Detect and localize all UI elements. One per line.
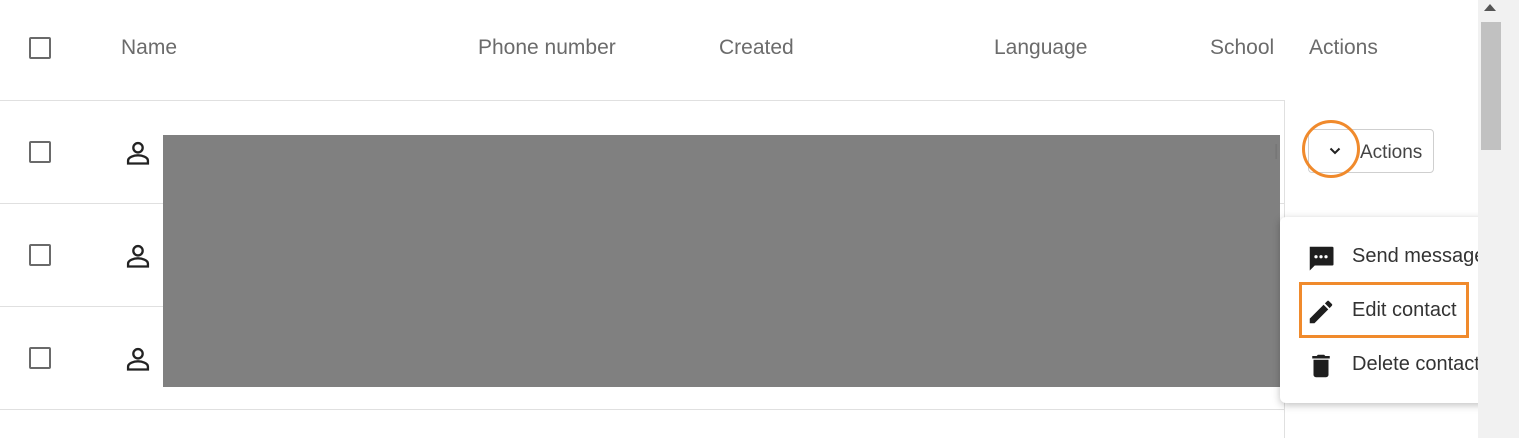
chevron-down-icon[interactable] bbox=[1327, 143, 1343, 159]
menu-item-label: Send message bbox=[1352, 245, 1486, 267]
column-header-language[interactable]: Language bbox=[994, 36, 1087, 60]
message-icon bbox=[1309, 246, 1334, 271]
menu-item-edit-contact[interactable]: Edit contact bbox=[1280, 287, 1502, 335]
actions-menu: Send message Edit contact Delete contact bbox=[1280, 217, 1502, 403]
actions-button-label: Actions bbox=[1360, 142, 1423, 163]
pencil-icon bbox=[1309, 300, 1333, 324]
select-all-checkbox[interactable] bbox=[29, 37, 51, 59]
column-header-school[interactable]: School bbox=[1210, 36, 1274, 60]
column-header-name[interactable]: Name bbox=[121, 36, 177, 60]
column-header-actions: Actions bbox=[1309, 36, 1378, 59]
truncated-cell-text: l bbox=[1274, 142, 1279, 164]
person-icon bbox=[126, 347, 150, 371]
person-icon bbox=[126, 244, 150, 268]
trash-icon bbox=[1312, 354, 1330, 378]
menu-item-label: Edit contact bbox=[1352, 299, 1457, 321]
menu-item-label: Delete contact bbox=[1352, 353, 1480, 375]
menu-item-delete-contact[interactable]: Delete contact bbox=[1280, 341, 1502, 389]
person-icon bbox=[126, 141, 150, 165]
row-checkbox[interactable] bbox=[29, 244, 51, 266]
row-checkbox[interactable] bbox=[29, 347, 51, 369]
column-header-phone[interactable]: Phone number bbox=[478, 36, 616, 60]
menu-item-send-message[interactable]: Send message bbox=[1280, 233, 1502, 281]
table-header: Name Phone number Created Language Schoo… bbox=[0, 0, 1478, 101]
scroll-up-arrow-icon[interactable] bbox=[1484, 4, 1496, 11]
row-checkbox[interactable] bbox=[29, 141, 51, 163]
actions-button[interactable]: Actions bbox=[1308, 129, 1434, 173]
column-header-created[interactable]: Created bbox=[719, 36, 794, 60]
scrollbar-thumb[interactable] bbox=[1481, 22, 1501, 150]
redaction-block bbox=[163, 135, 1280, 387]
